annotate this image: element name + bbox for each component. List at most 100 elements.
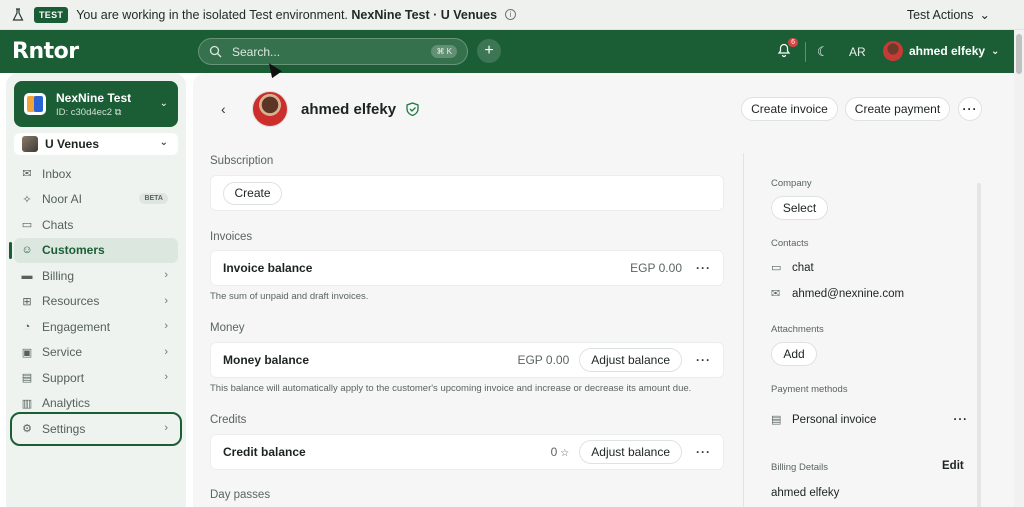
- sidebar-item-label: Service: [42, 345, 83, 360]
- notifications-button[interactable]: 6: [776, 38, 798, 62]
- inbox-icon: ✉: [22, 168, 32, 181]
- sidebar-item-service[interactable]: ▣ Service ›: [14, 340, 178, 366]
- adjust-money-balance-button[interactable]: Adjust balance: [579, 348, 682, 372]
- user-menu[interactable]: ahmed elfeky ⌄: [883, 41, 999, 61]
- billing-name: ahmed elfeky: [771, 487, 840, 499]
- venue-selector[interactable]: U Venues ⌄: [14, 133, 178, 155]
- chevron-down-icon: ⌄: [159, 98, 168, 109]
- sidebar-item-label: Chats: [42, 217, 74, 232]
- payment-method-row[interactable]: ▤ Personal invoice ···: [771, 413, 969, 427]
- day-passes-heading: Day passes: [210, 489, 271, 501]
- page-scrollbar[interactable]: [1014, 30, 1024, 507]
- org-id: ID: c30d4ec2 ⧉: [56, 107, 131, 118]
- details-scrollbar[interactable]: [977, 183, 981, 507]
- invoice-balance-card: Invoice balance EGP 0.00 ···: [210, 250, 724, 286]
- credit-balance-card: Credit balance 0 ☆ Adjust balance ···: [210, 434, 724, 470]
- create-invoice-button[interactable]: Create invoice: [741, 97, 838, 121]
- attachments-label: Attachments: [771, 324, 824, 335]
- org-logo: [24, 93, 46, 115]
- search-input[interactable]: Search... ⌘ K: [198, 38, 468, 65]
- money-heading: Money: [210, 322, 245, 334]
- add-attachment-button[interactable]: Add: [771, 342, 817, 366]
- gear-icon: ⚙: [22, 423, 32, 436]
- banner-text-prefix: You are working in the isolated Test env…: [76, 7, 348, 22]
- credit-amount-value: 0: [550, 445, 558, 459]
- test-actions-dropdown[interactable]: Test Actions ⌄: [907, 7, 990, 23]
- info-icon[interactable]: i: [505, 9, 517, 20]
- search-shortcut: ⌘ K: [431, 45, 457, 58]
- document-icon: ▤: [771, 414, 782, 426]
- adjust-credit-balance-button[interactable]: Adjust balance: [579, 440, 682, 464]
- support-icon: ▤: [21, 372, 33, 385]
- sidebar-item-inbox[interactable]: ✉ Inbox: [14, 161, 178, 187]
- notification-count: 6: [788, 38, 798, 47]
- chat-icon: ▭: [21, 219, 33, 232]
- money-balance-amount: EGP 0.00: [517, 353, 570, 367]
- chat-icon: ▭: [771, 262, 782, 274]
- mail-icon: ✉: [771, 288, 781, 300]
- sidebar-item-engagement[interactable]: ◔ Engagement ›: [14, 314, 178, 340]
- org-name: NexNine Test: [56, 90, 132, 105]
- sidebar-item-chats[interactable]: ▭ Chats: [14, 212, 178, 238]
- app-logo[interactable]: Rntor: [12, 39, 79, 64]
- divider: [805, 42, 806, 62]
- money-balance-card: Money balance EGP 0.00 Adjust balance ··…: [210, 342, 724, 378]
- language-toggle[interactable]: AR: [849, 45, 866, 59]
- venue-name: U Venues: [45, 137, 100, 151]
- contact-email[interactable]: ✉ ahmed@nexnine.com: [771, 287, 905, 301]
- sidebar-item-label: Noor AI: [42, 192, 83, 207]
- create-subscription-button[interactable]: Create: [223, 181, 282, 205]
- grid-icon: ⊞: [22, 295, 32, 308]
- top-navigation-bar: Rntor Search... ⌘ K + 6 ☾ AR ahmed elfek…: [0, 30, 1014, 73]
- customer-details-sidebar: Company Select Contacts ▭ chat ✉ ahmed@nex…: [743, 153, 983, 507]
- test-badge: TEST: [34, 6, 69, 23]
- venue-thumbnail: [22, 136, 38, 152]
- invoice-balance-label: Invoice balance: [223, 261, 313, 275]
- sidebar-item-customers[interactable]: ☺ Customers: [9, 237, 178, 263]
- flask-icon: [10, 7, 26, 23]
- beta-badge: BETA: [139, 192, 168, 204]
- avatar: [883, 41, 903, 61]
- more-options-button[interactable]: ···: [958, 97, 982, 121]
- payment-methods-label: Payment methods: [771, 384, 848, 395]
- copy-icon[interactable]: ⧉: [115, 107, 122, 118]
- back-arrow-icon[interactable]: ‹: [221, 101, 226, 117]
- create-payment-button[interactable]: Create payment: [845, 97, 950, 121]
- theme-toggle-moon-icon[interactable]: ☾: [817, 44, 829, 60]
- user-name: ahmed elfeky: [909, 44, 986, 58]
- select-company-button[interactable]: Select: [771, 196, 828, 220]
- add-button[interactable]: +: [477, 39, 501, 63]
- sidebar-item-label: Resources: [42, 294, 100, 309]
- credit-more-button[interactable]: ···: [696, 445, 711, 459]
- sidebar-item-billing[interactable]: ▬ Billing ›: [14, 263, 178, 289]
- invoice-more-button[interactable]: ···: [696, 261, 711, 275]
- edit-billing-button[interactable]: Edit: [942, 460, 964, 472]
- verified-shield-icon: [406, 102, 419, 117]
- search-placeholder: Search...: [232, 44, 281, 59]
- sidebar-item-settings[interactable]: ⚙ Settings ›: [10, 412, 182, 446]
- payment-method-more-button[interactable]: ···: [954, 414, 969, 426]
- contact-chat[interactable]: ▭ chat: [771, 261, 814, 275]
- sparkle-icon: ✧: [22, 193, 32, 206]
- contacts-label: Contacts: [771, 238, 809, 249]
- scrollbar-thumb[interactable]: [1016, 34, 1022, 74]
- invoice-balance-amount: EGP 0.00: [630, 261, 682, 275]
- credits-heading: Credits: [210, 414, 247, 426]
- sidebar-item-label: Settings: [42, 421, 86, 436]
- credit-balance-amount: 0 ☆: [551, 445, 570, 459]
- banner-text-bold: NexNine Test · U Venues: [351, 7, 498, 22]
- sidebar-item-noor-ai[interactable]: ✧ Noor AI BETA: [14, 187, 178, 213]
- contact-email-label: ahmed@nexnine.com: [792, 287, 905, 300]
- sidebar-item-resources[interactable]: ⊞ Resources ›: [14, 289, 178, 315]
- sidebar-item-analytics[interactable]: ▥ Analytics: [14, 391, 178, 417]
- company-label: Company: [771, 178, 812, 189]
- rss-icon: ◔: [23, 320, 31, 333]
- sidebar: NexNine Test ID: c30d4ec2 ⧉ ⌄ U Venues ⌄…: [6, 73, 186, 507]
- service-icon: ▣: [21, 346, 33, 359]
- org-switcher[interactable]: NexNine Test ID: c30d4ec2 ⧉ ⌄: [14, 81, 178, 127]
- money-more-button[interactable]: ···: [696, 353, 711, 367]
- invoices-heading: Invoices: [210, 231, 253, 243]
- sidebar-item-support[interactable]: ▤ Support ›: [14, 365, 178, 391]
- payment-method-label: Personal invoice: [792, 413, 877, 426]
- chevron-right-icon: ›: [164, 371, 168, 383]
